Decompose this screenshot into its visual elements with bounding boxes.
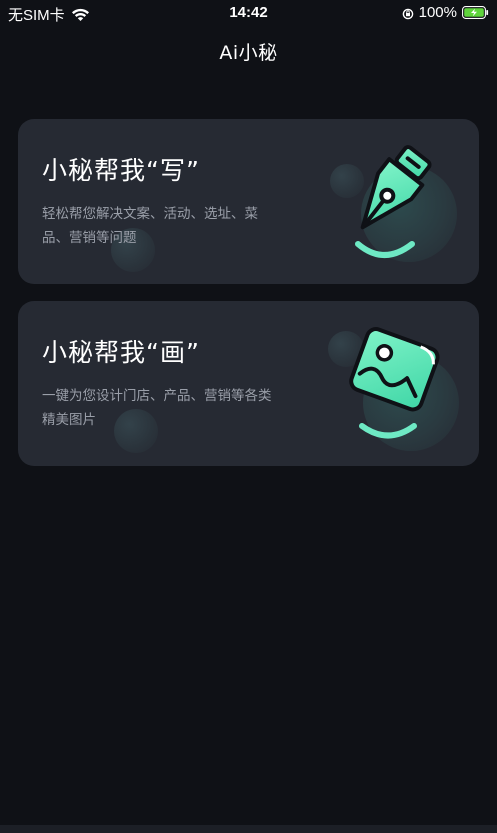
draw-card-description: 一键为您设计门店、产品、营销等各类精美图片 — [42, 388, 272, 428]
draw-card-title: 小秘帮我“画” — [42, 338, 200, 367]
status-right: 100% — [402, 4, 489, 21]
write-assistant-card[interactable]: 小秘帮我“写” 轻松帮您解决文案、活动、选址、菜品、营销等问题 — [18, 119, 479, 284]
orientation-lock-icon — [402, 7, 414, 19]
battery-percent: 100% — [418, 4, 457, 21]
image-picture-icon — [338, 323, 448, 453]
write-card-description: 轻松帮您解决文案、活动、选址、菜品、营销等问题 — [42, 206, 258, 246]
page-title: Ai小秘 — [219, 42, 278, 64]
draw-assistant-card[interactable]: 小秘帮我“画” 一键为您设计门店、产品、营销等各类精美图片 — [18, 301, 479, 466]
battery-charging-icon — [462, 6, 489, 19]
write-card-title: 小秘帮我“写” — [42, 156, 200, 185]
status-bar: 无SIM卡 14:42 100% — [0, 0, 497, 26]
bottom-bar — [0, 825, 497, 833]
pen-nib-icon — [336, 141, 446, 271]
